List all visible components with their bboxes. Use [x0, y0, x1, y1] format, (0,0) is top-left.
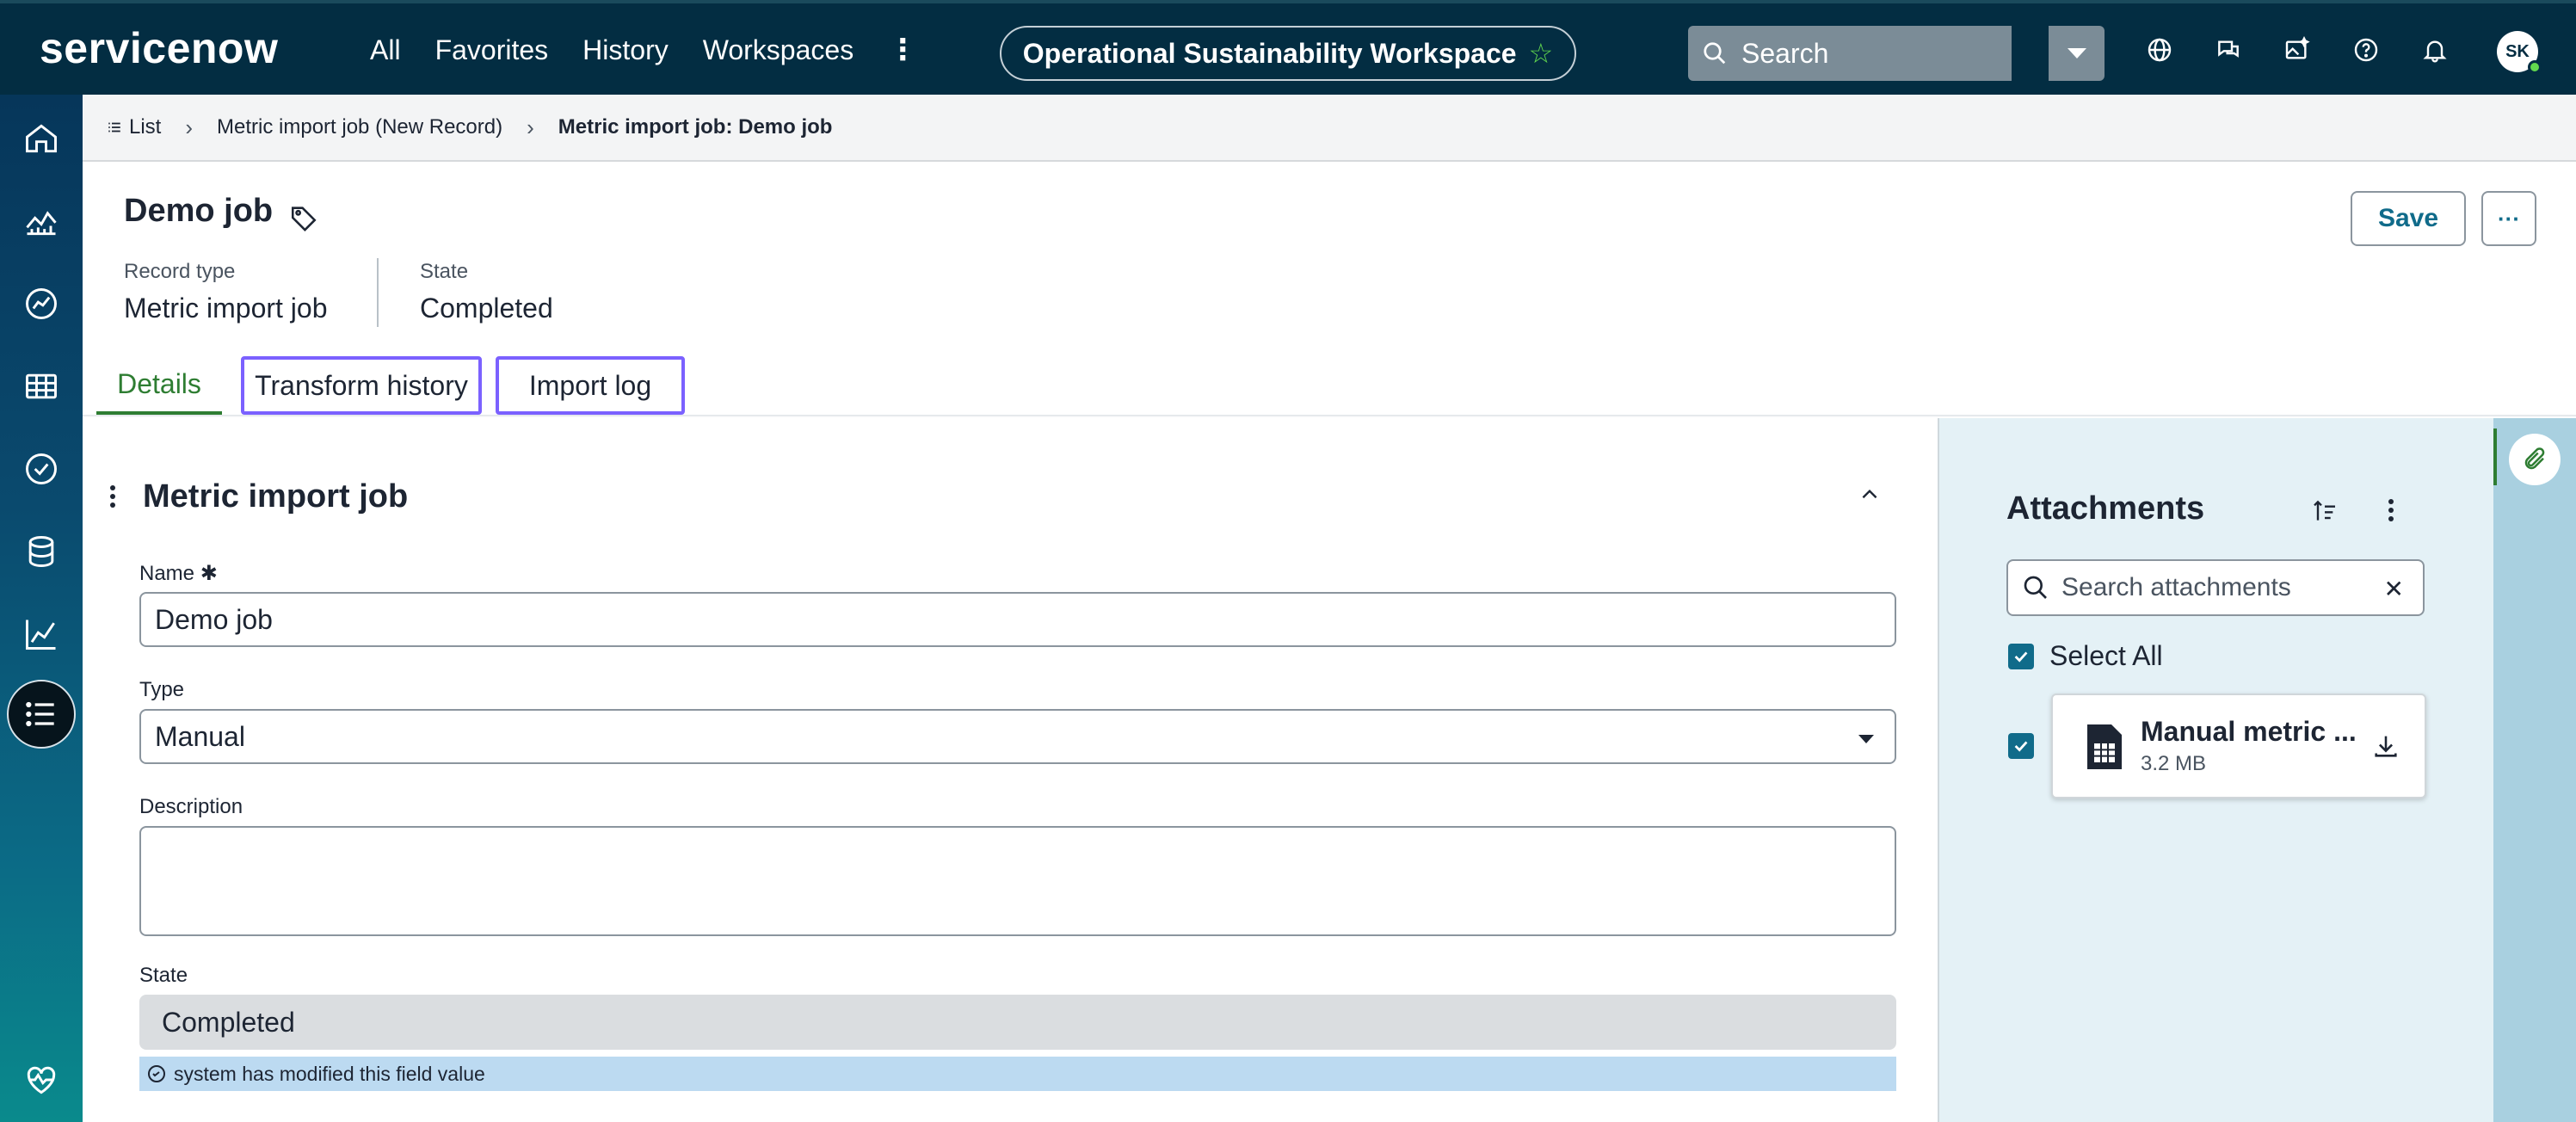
main-nav: All Favorites History Workspaces ⋮ [353, 29, 934, 71]
avatar-initials: SK [2505, 41, 2530, 61]
notifications-bell-icon[interactable] [2418, 33, 2452, 67]
breadcrumb-list-link[interactable]: List [107, 115, 161, 139]
record-type-value: Metric import job [124, 293, 328, 324]
logo-text: servicenow [40, 24, 279, 72]
more-actions-button[interactable]: ··· [2481, 191, 2536, 246]
chevron-up-icon[interactable] [1858, 484, 1881, 510]
section-kebab-icon[interactable] [108, 484, 117, 514]
attachments-search-input[interactable]: Search attachments ✕ [2006, 559, 2425, 616]
state-field-label: State [139, 964, 188, 987]
system-modified-note: system has modified this field value [139, 1057, 1896, 1091]
sort-icon[interactable] [2311, 497, 2339, 529]
image-sparkle-icon[interactable] [2280, 33, 2314, 67]
database-icon[interactable] [20, 530, 63, 573]
active-indicator [2493, 428, 2497, 485]
left-navigation-rail [0, 95, 83, 1122]
tab-import-log[interactable]: Import log [496, 356, 685, 415]
attachment-card[interactable]: Manual metric ... 3.2 MB [2051, 694, 2426, 798]
meta-divider [377, 258, 379, 327]
help-icon[interactable] [2349, 33, 2383, 67]
tabs-divider [83, 415, 2576, 416]
breadcrumb: List › Metric import job (New Record) › … [83, 95, 2576, 162]
state-meta: State Completed [420, 260, 553, 324]
paperclip-icon[interactable] [2509, 434, 2561, 485]
description-field-label: Description [139, 795, 243, 818]
state-field-value: Completed [162, 1006, 295, 1038]
breadcrumb-list-label: List [129, 115, 162, 139]
tab-transform-history[interactable]: Transform history [241, 356, 482, 415]
chevron-right-icon: › [527, 114, 534, 140]
global-search-input[interactable]: Search [1688, 26, 2012, 81]
search-placeholder: Search [1741, 37, 1829, 69]
info-circle-icon [148, 1065, 165, 1082]
list-icon [108, 122, 120, 133]
workspace-title: Operational Sustainability Workspace [1022, 37, 1517, 69]
description-textarea[interactable] [139, 826, 1896, 936]
state-readonly-field: Completed [139, 995, 1896, 1050]
presence-indicator [2528, 60, 2542, 74]
workspace-title-pill[interactable]: Operational Sustainability Workspace ☆ [1000, 26, 1576, 81]
attachment-file-name: Manual metric ... [2141, 716, 2357, 747]
attachment-checkbox[interactable] [2008, 733, 2034, 759]
line-chart-icon[interactable] [20, 613, 63, 656]
dashboard-gauge-icon[interactable] [20, 282, 63, 325]
record-title: Demo job [124, 193, 274, 229]
top-navigation-bar: servicenow All Favorites History Workspa… [0, 0, 2576, 95]
system-note-text: system has modified this field value [174, 1062, 485, 1085]
state-meta-value: Completed [420, 293, 553, 324]
record-type-meta: Record type Metric import job [124, 260, 328, 324]
tag-icon[interactable] [289, 203, 318, 237]
nav-all[interactable]: All [353, 29, 418, 71]
required-asterisk-icon: ✱ [200, 562, 218, 585]
globe-icon[interactable] [2142, 33, 2177, 67]
chat-icon[interactable] [2211, 33, 2246, 67]
landscape-chart-icon[interactable] [20, 200, 63, 243]
spreadsheet-file-icon [2084, 721, 2125, 777]
contextual-sidebar [2493, 418, 2576, 1122]
name-field[interactable]: Demo job [139, 592, 1896, 647]
type-field-label: Type [139, 678, 185, 701]
record-type-label: Record type [124, 260, 236, 283]
breadcrumb-new-record[interactable]: Metric import job (New Record) [217, 115, 502, 139]
list-view-icon[interactable] [7, 680, 76, 749]
chevron-right-icon: › [185, 114, 194, 140]
name-label-text: Name [139, 562, 195, 585]
favorite-star-icon[interactable]: ☆ [1529, 37, 1554, 70]
save-button[interactable]: Save [2351, 191, 2466, 246]
search-icon [1704, 42, 1726, 65]
section-title: Metric import job [143, 478, 409, 515]
search-icon [2024, 576, 2047, 599]
tab-details[interactable]: Details [96, 356, 222, 415]
state-meta-label: State [420, 260, 469, 283]
nav-more-icon[interactable]: ⋮ [871, 29, 934, 71]
header-actions [2142, 33, 2452, 67]
name-field-label: Name ✱ [139, 561, 218, 586]
clear-icon[interactable]: ✕ [2384, 575, 2404, 603]
type-select[interactable]: Manual [139, 709, 1896, 764]
home-icon[interactable] [20, 117, 63, 160]
attachments-title: Attachments [2006, 490, 2205, 527]
user-avatar[interactable]: SK [2497, 31, 2542, 74]
table-icon[interactable] [20, 365, 63, 408]
search-scope-dropdown[interactable] [2046, 26, 2105, 81]
download-icon[interactable] [2371, 731, 2400, 765]
attachments-search-placeholder: Search attachments [2061, 573, 2291, 601]
nav-workspaces[interactable]: Workspaces [686, 29, 871, 71]
name-field-value: Demo job [155, 603, 273, 635]
select-all-label: Select All [2049, 640, 2163, 671]
breadcrumb-current: Metric import job: Demo job [558, 115, 833, 139]
select-all-checkbox[interactable] [2008, 644, 2034, 669]
chevron-down-icon [2067, 48, 2086, 59]
caret-down-icon [1858, 735, 1874, 743]
attachment-file-size: 3.2 MB [2141, 752, 2207, 775]
servicenow-logo[interactable]: servicenow [40, 22, 278, 74]
heartbeat-icon[interactable] [20, 1058, 63, 1101]
type-select-value: Manual [155, 720, 245, 752]
check-circle-icon[interactable] [20, 447, 63, 490]
nav-history[interactable]: History [565, 29, 686, 71]
nav-favorites[interactable]: Favorites [418, 29, 566, 71]
attachments-kebab-icon[interactable] [2387, 497, 2395, 527]
